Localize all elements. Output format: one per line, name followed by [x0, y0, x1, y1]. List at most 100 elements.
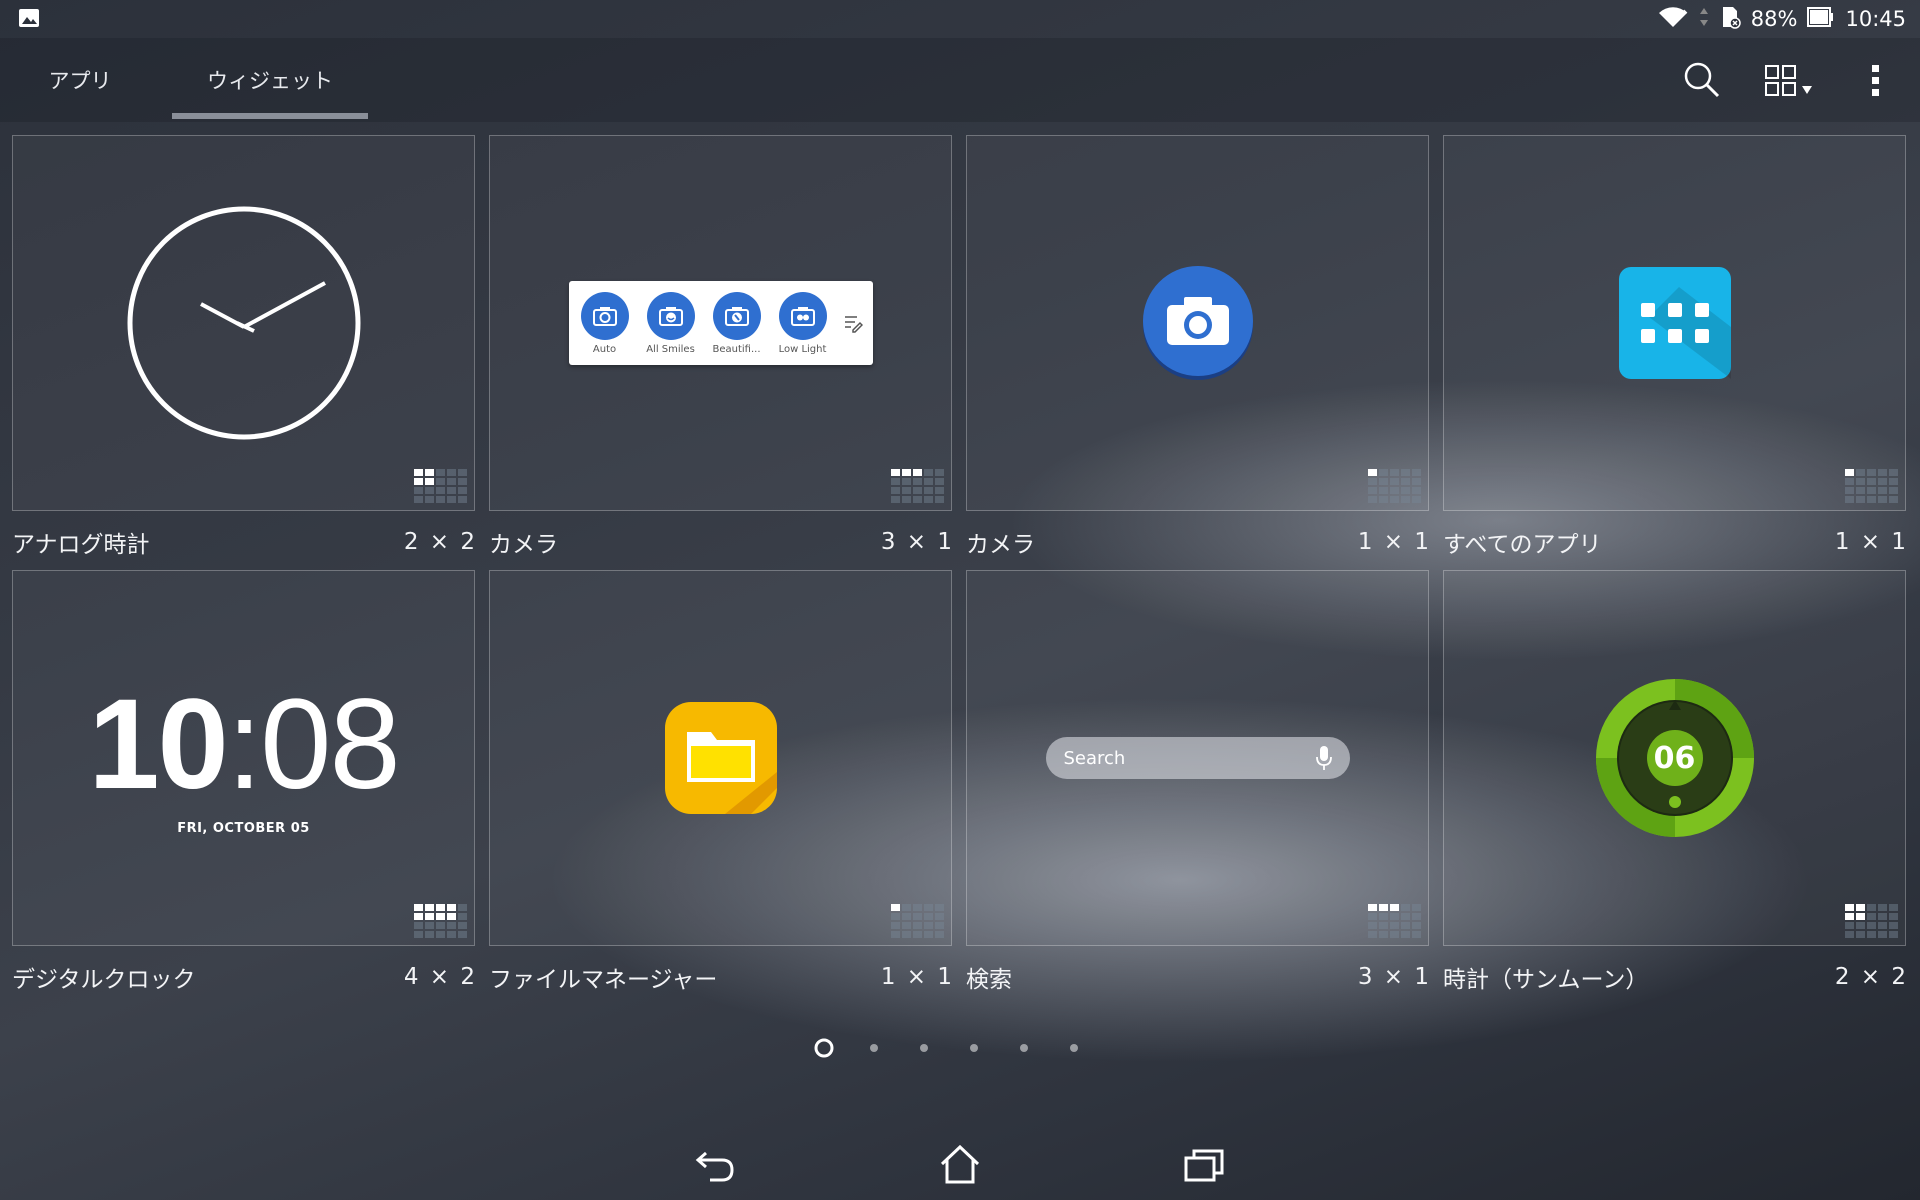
widget-size: 1 × 1: [880, 964, 954, 990]
widget-camera[interactable]: [966, 135, 1429, 511]
widget-label-row: カメラ 1 × 1: [966, 522, 1431, 562]
size-cell-empty: [425, 496, 434, 503]
size-cell-empty: [1889, 913, 1898, 920]
size-cell-empty: [436, 496, 445, 503]
size-cell-empty: [1401, 904, 1410, 911]
battery-percent: 88%: [1750, 7, 1798, 31]
size-cell-filled: [902, 469, 911, 476]
search-icon: [1684, 62, 1720, 98]
camera-icon: [592, 306, 617, 326]
size-cell-empty: [913, 496, 922, 503]
size-cell-empty: [891, 913, 900, 920]
widget-name: 検索: [966, 967, 1012, 993]
size-cell-empty: [425, 487, 434, 494]
widget-size: 3 × 1: [1357, 964, 1431, 990]
home-button[interactable]: [930, 1140, 990, 1190]
size-cell-empty: [891, 487, 900, 494]
size-cell-empty: [1845, 487, 1854, 494]
size-cell-empty: [1412, 931, 1421, 938]
size-cell-empty: [436, 469, 445, 476]
widget-analog-clock[interactable]: [12, 135, 475, 511]
size-indicator: [889, 468, 949, 508]
page-dot[interactable]: [962, 1036, 986, 1060]
size-cell-empty: [414, 922, 423, 929]
size-cell-filled: [447, 913, 456, 920]
size-cell-empty: [1401, 913, 1410, 920]
size-cell-empty: [913, 487, 922, 494]
clock-time: 10:45: [1845, 7, 1906, 31]
size-cell-empty: [458, 487, 467, 494]
size-cell-empty: [1856, 496, 1865, 503]
size-cell-empty: [1379, 913, 1388, 920]
page-dot[interactable]: [1062, 1036, 1086, 1060]
back-button[interactable]: [686, 1140, 746, 1190]
tab-apps[interactable]: アプリ: [30, 38, 130, 122]
widget-camera-modes[interactable]: Auto All Smiles Beautifi... Low Light: [489, 135, 952, 511]
size-cell-empty: [1845, 922, 1854, 929]
size-cell-empty: [924, 931, 933, 938]
size-cell-empty: [1878, 496, 1887, 503]
size-cell-empty: [436, 931, 445, 938]
page-dot[interactable]: [862, 1036, 886, 1060]
size-indicator: [412, 903, 472, 943]
widget-label-row: 時計（サンムーン） 2 × 2: [1443, 957, 1908, 997]
back-icon: [695, 1151, 734, 1182]
size-cell-empty: [1368, 496, 1377, 503]
size-cell-empty: [458, 904, 467, 911]
page-dot-active[interactable]: [812, 1036, 836, 1060]
size-indicator: [412, 468, 472, 508]
tab-widgets[interactable]: ウィジェット: [172, 38, 368, 122]
widget-sunmoon-clock[interactable]: 06: [1443, 570, 1906, 946]
recent-apps-button[interactable]: [1174, 1140, 1234, 1190]
size-cell-empty: [1390, 487, 1399, 494]
size-cell-empty: [935, 496, 944, 503]
size-cell-empty: [1401, 469, 1410, 476]
widget-all-apps[interactable]: [1443, 135, 1906, 511]
size-cell-filled: [1368, 469, 1377, 476]
digital-clock-date: FRI, OCTOBER 05: [177, 820, 310, 836]
widget-digital-clock[interactable]: 10:08 FRI, OCTOBER 05: [12, 570, 475, 946]
page-dot[interactable]: [1012, 1036, 1036, 1060]
size-cell-empty: [913, 913, 922, 920]
size-cell-empty: [425, 931, 434, 938]
size-cell-empty: [1401, 931, 1410, 938]
size-cell-empty: [1856, 922, 1865, 929]
size-cell-empty: [935, 913, 944, 920]
size-cell-empty: [891, 478, 900, 485]
size-cell-empty: [891, 931, 900, 938]
size-cell-empty: [1401, 922, 1410, 929]
size-cell-empty: [1379, 487, 1388, 494]
search-widget-preview: Search: [1045, 737, 1350, 779]
size-cell-empty: [1878, 913, 1887, 920]
widget-name: 時計（サンムーン）: [1443, 967, 1649, 993]
size-cell-empty: [1390, 922, 1399, 929]
size-cell-empty: [1889, 478, 1898, 485]
size-cell-empty: [1867, 487, 1876, 494]
page-dot[interactable]: [912, 1036, 936, 1060]
size-cell-empty: [447, 478, 456, 485]
size-cell-empty: [935, 904, 944, 911]
search-button[interactable]: [1678, 56, 1726, 104]
size-cell-empty: [436, 922, 445, 929]
navigation-bar: [0, 1130, 1920, 1200]
widget-size: 3 × 1: [880, 529, 954, 555]
status-bar: 88% 10:45: [0, 0, 1920, 38]
view-mode-button[interactable]: [1762, 56, 1818, 104]
size-cell-empty: [1845, 496, 1854, 503]
camera-app-icon: [1142, 266, 1253, 380]
overflow-menu-button[interactable]: [1858, 56, 1894, 104]
size-cell-empty: [913, 922, 922, 929]
size-cell-empty: [913, 904, 922, 911]
wifi-icon: [1657, 5, 1689, 34]
widget-search[interactable]: Search: [966, 570, 1429, 946]
size-cell-empty: [1401, 487, 1410, 494]
widget-file-manager[interactable]: [489, 570, 952, 946]
size-cell-empty: [1867, 469, 1876, 476]
size-cell-empty: [1867, 496, 1876, 503]
size-cell-empty: [1878, 478, 1887, 485]
widget-name: ファイルマネージャー: [489, 967, 718, 993]
size-cell-empty: [1390, 478, 1399, 485]
size-cell-empty: [1845, 931, 1854, 938]
home-icon: [940, 1144, 980, 1184]
sunmoon-clock-preview: 06: [1595, 678, 1755, 838]
